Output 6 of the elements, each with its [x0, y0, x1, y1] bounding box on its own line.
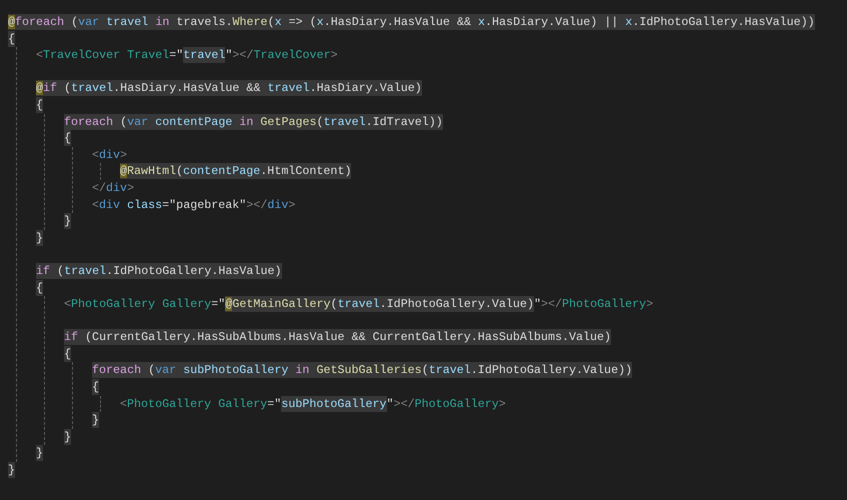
code-line: <TravelCover Travel="travel"></TravelCover>	[36, 47, 338, 64]
code-line: <PhotoGallery Gallery="subPhotoGallery"></PhotoGallery>	[120, 396, 506, 412]
code-line: <div>	[92, 148, 128, 162]
code-line: <PhotoGallery Gallery="@GetMainGallery(travel.IdPhotoGallery.Value)"></PhotoGallery>	[64, 296, 654, 312]
code-line: </div>	[92, 180, 134, 195]
code-line: <div class="pagebreak"></div>	[92, 198, 296, 212]
